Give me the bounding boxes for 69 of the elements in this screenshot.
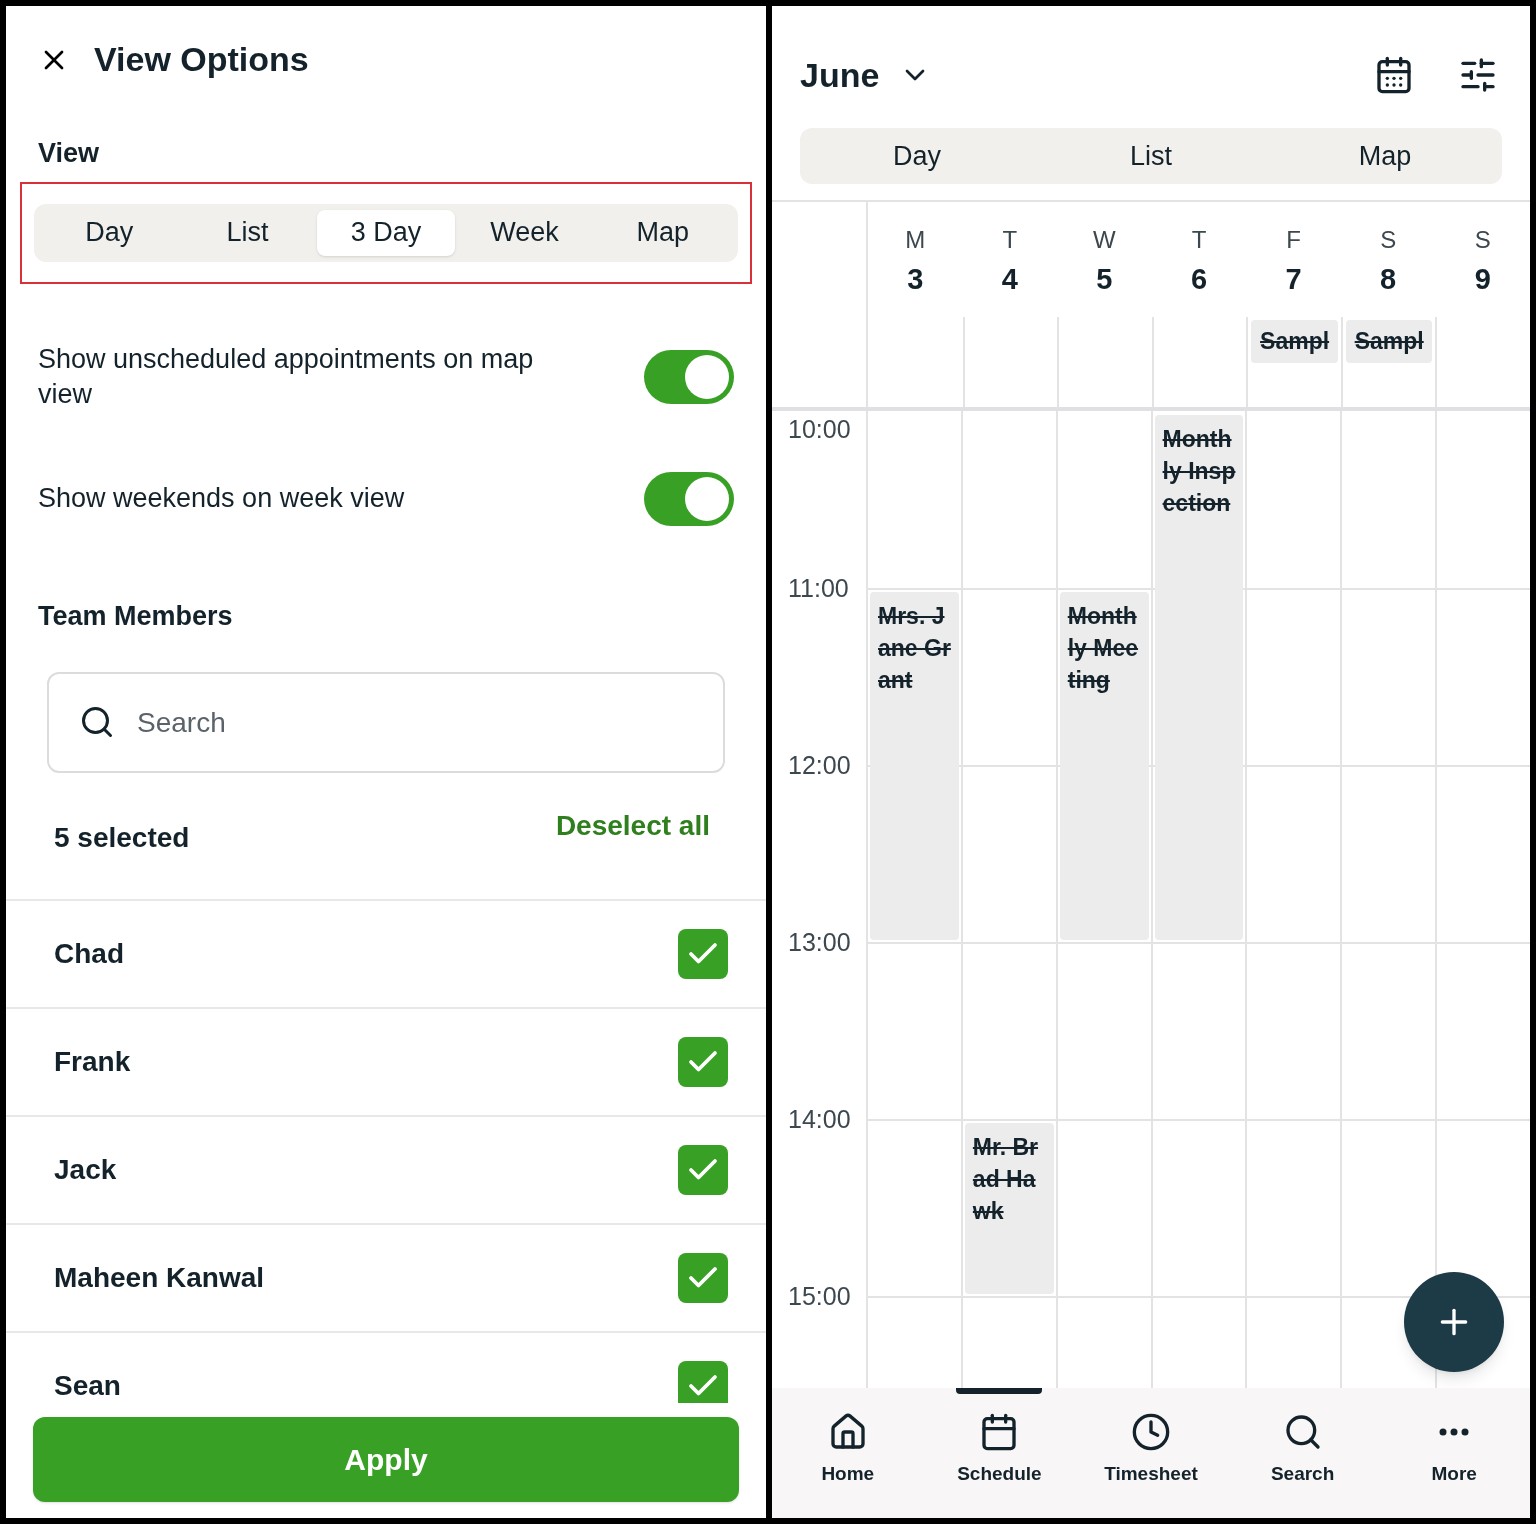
toggle-switch[interactable]: [644, 471, 734, 526]
weekday-label: W: [1093, 225, 1116, 255]
nav-tab[interactable]: Schedule: [923, 1388, 1076, 1518]
all-day-event[interactable]: Sampl: [1345, 320, 1433, 363]
event-card[interactable]: Mrs. Jane Grant: [870, 592, 959, 940]
member-row[interactable]: Jack: [6, 1117, 766, 1225]
all-day-event[interactable]: Sampl: [1251, 320, 1338, 363]
weekday-label: T: [1002, 225, 1018, 255]
hour-label: 14:00: [788, 1104, 851, 1135]
toggle-switch[interactable]: [644, 349, 734, 404]
weekday-label: S: [1380, 225, 1397, 255]
view-tab[interactable]: Day: [40, 209, 179, 256]
month-title[interactable]: June: [800, 49, 880, 101]
hour-label: 10:00: [788, 414, 851, 445]
clock-icon: [1131, 1412, 1171, 1452]
member-name: Chad: [54, 937, 124, 971]
checkbox[interactable]: [678, 1253, 728, 1303]
filter-icon: [1458, 55, 1498, 95]
nav-tab[interactable]: Timesheet: [1075, 1388, 1227, 1518]
date-number: 4: [1001, 262, 1018, 297]
event-card[interactable]: Monthly Meeting: [1059, 592, 1149, 940]
date-number: 7: [1285, 262, 1302, 297]
date-number: 6: [1190, 262, 1208, 297]
checkbox[interactable]: [678, 1361, 728, 1403]
checkbox[interactable]: [678, 1037, 728, 1087]
member-row[interactable]: Chad: [6, 901, 766, 1009]
weekday-label: F: [1286, 225, 1301, 255]
view-tab[interactable]: List: [178, 209, 317, 256]
date-number: 9: [1474, 262, 1491, 297]
member-name: Frank: [54, 1045, 131, 1079]
weekday-label: S: [1474, 225, 1491, 255]
section-heading: Team Members: [37, 599, 234, 633]
checkbox[interactable]: [678, 1145, 728, 1195]
section-heading: View: [37, 137, 101, 170]
view-tab[interactable]: Day: [800, 128, 1034, 184]
member-name: Sean: [54, 1369, 121, 1403]
deselect-all-link[interactable]: Deselect all: [555, 805, 710, 847]
date-number: 8: [1380, 262, 1397, 297]
view-tab[interactable]: Map: [593, 209, 733, 256]
member-name: Maheen Kanwal: [54, 1261, 265, 1295]
view-tab[interactable]: Map: [1268, 128, 1502, 184]
calendar-icon: [1374, 55, 1414, 95]
search-field[interactable]: Search: [47, 672, 725, 773]
toggle-label: Show weekends on week view: [38, 482, 406, 515]
weekday-label: M: [905, 225, 926, 255]
weekday-label: T: [1191, 225, 1207, 255]
view-tab[interactable]: Week: [455, 209, 594, 256]
nav-tab[interactable]: Home: [772, 1388, 924, 1518]
panel-title: View Options: [94, 39, 309, 80]
search-icon: [79, 704, 115, 740]
hour-label: 15:00: [788, 1281, 851, 1312]
toggle-label: Show unscheduled appointments on map view: [38, 342, 535, 411]
hour-label: 11:00: [788, 573, 849, 604]
hour-label: 12:00: [788, 750, 851, 781]
member-row[interactable]: Maheen Kanwal: [6, 1225, 766, 1333]
hour-label: 13:00: [788, 927, 851, 958]
date-number: 3: [907, 262, 924, 297]
selected-count: 5 selected: [54, 821, 190, 855]
more-icon: [1439, 1428, 1470, 1436]
view-tab[interactable]: 3 Day: [316, 209, 456, 256]
nav-tab[interactable]: More: [1378, 1388, 1530, 1518]
event-card[interactable]: Monthly Inspection: [1154, 415, 1244, 940]
checkbox[interactable]: [678, 929, 728, 979]
nav-tab[interactable]: Search: [1226, 1388, 1379, 1518]
view-tab[interactable]: List: [1034, 128, 1268, 184]
member-row[interactable]: Frank: [6, 1009, 766, 1117]
date-number: 5: [1096, 262, 1113, 297]
event-card[interactable]: Mr. Brad Hawk: [964, 1123, 1054, 1294]
member-name: Jack: [54, 1153, 117, 1187]
